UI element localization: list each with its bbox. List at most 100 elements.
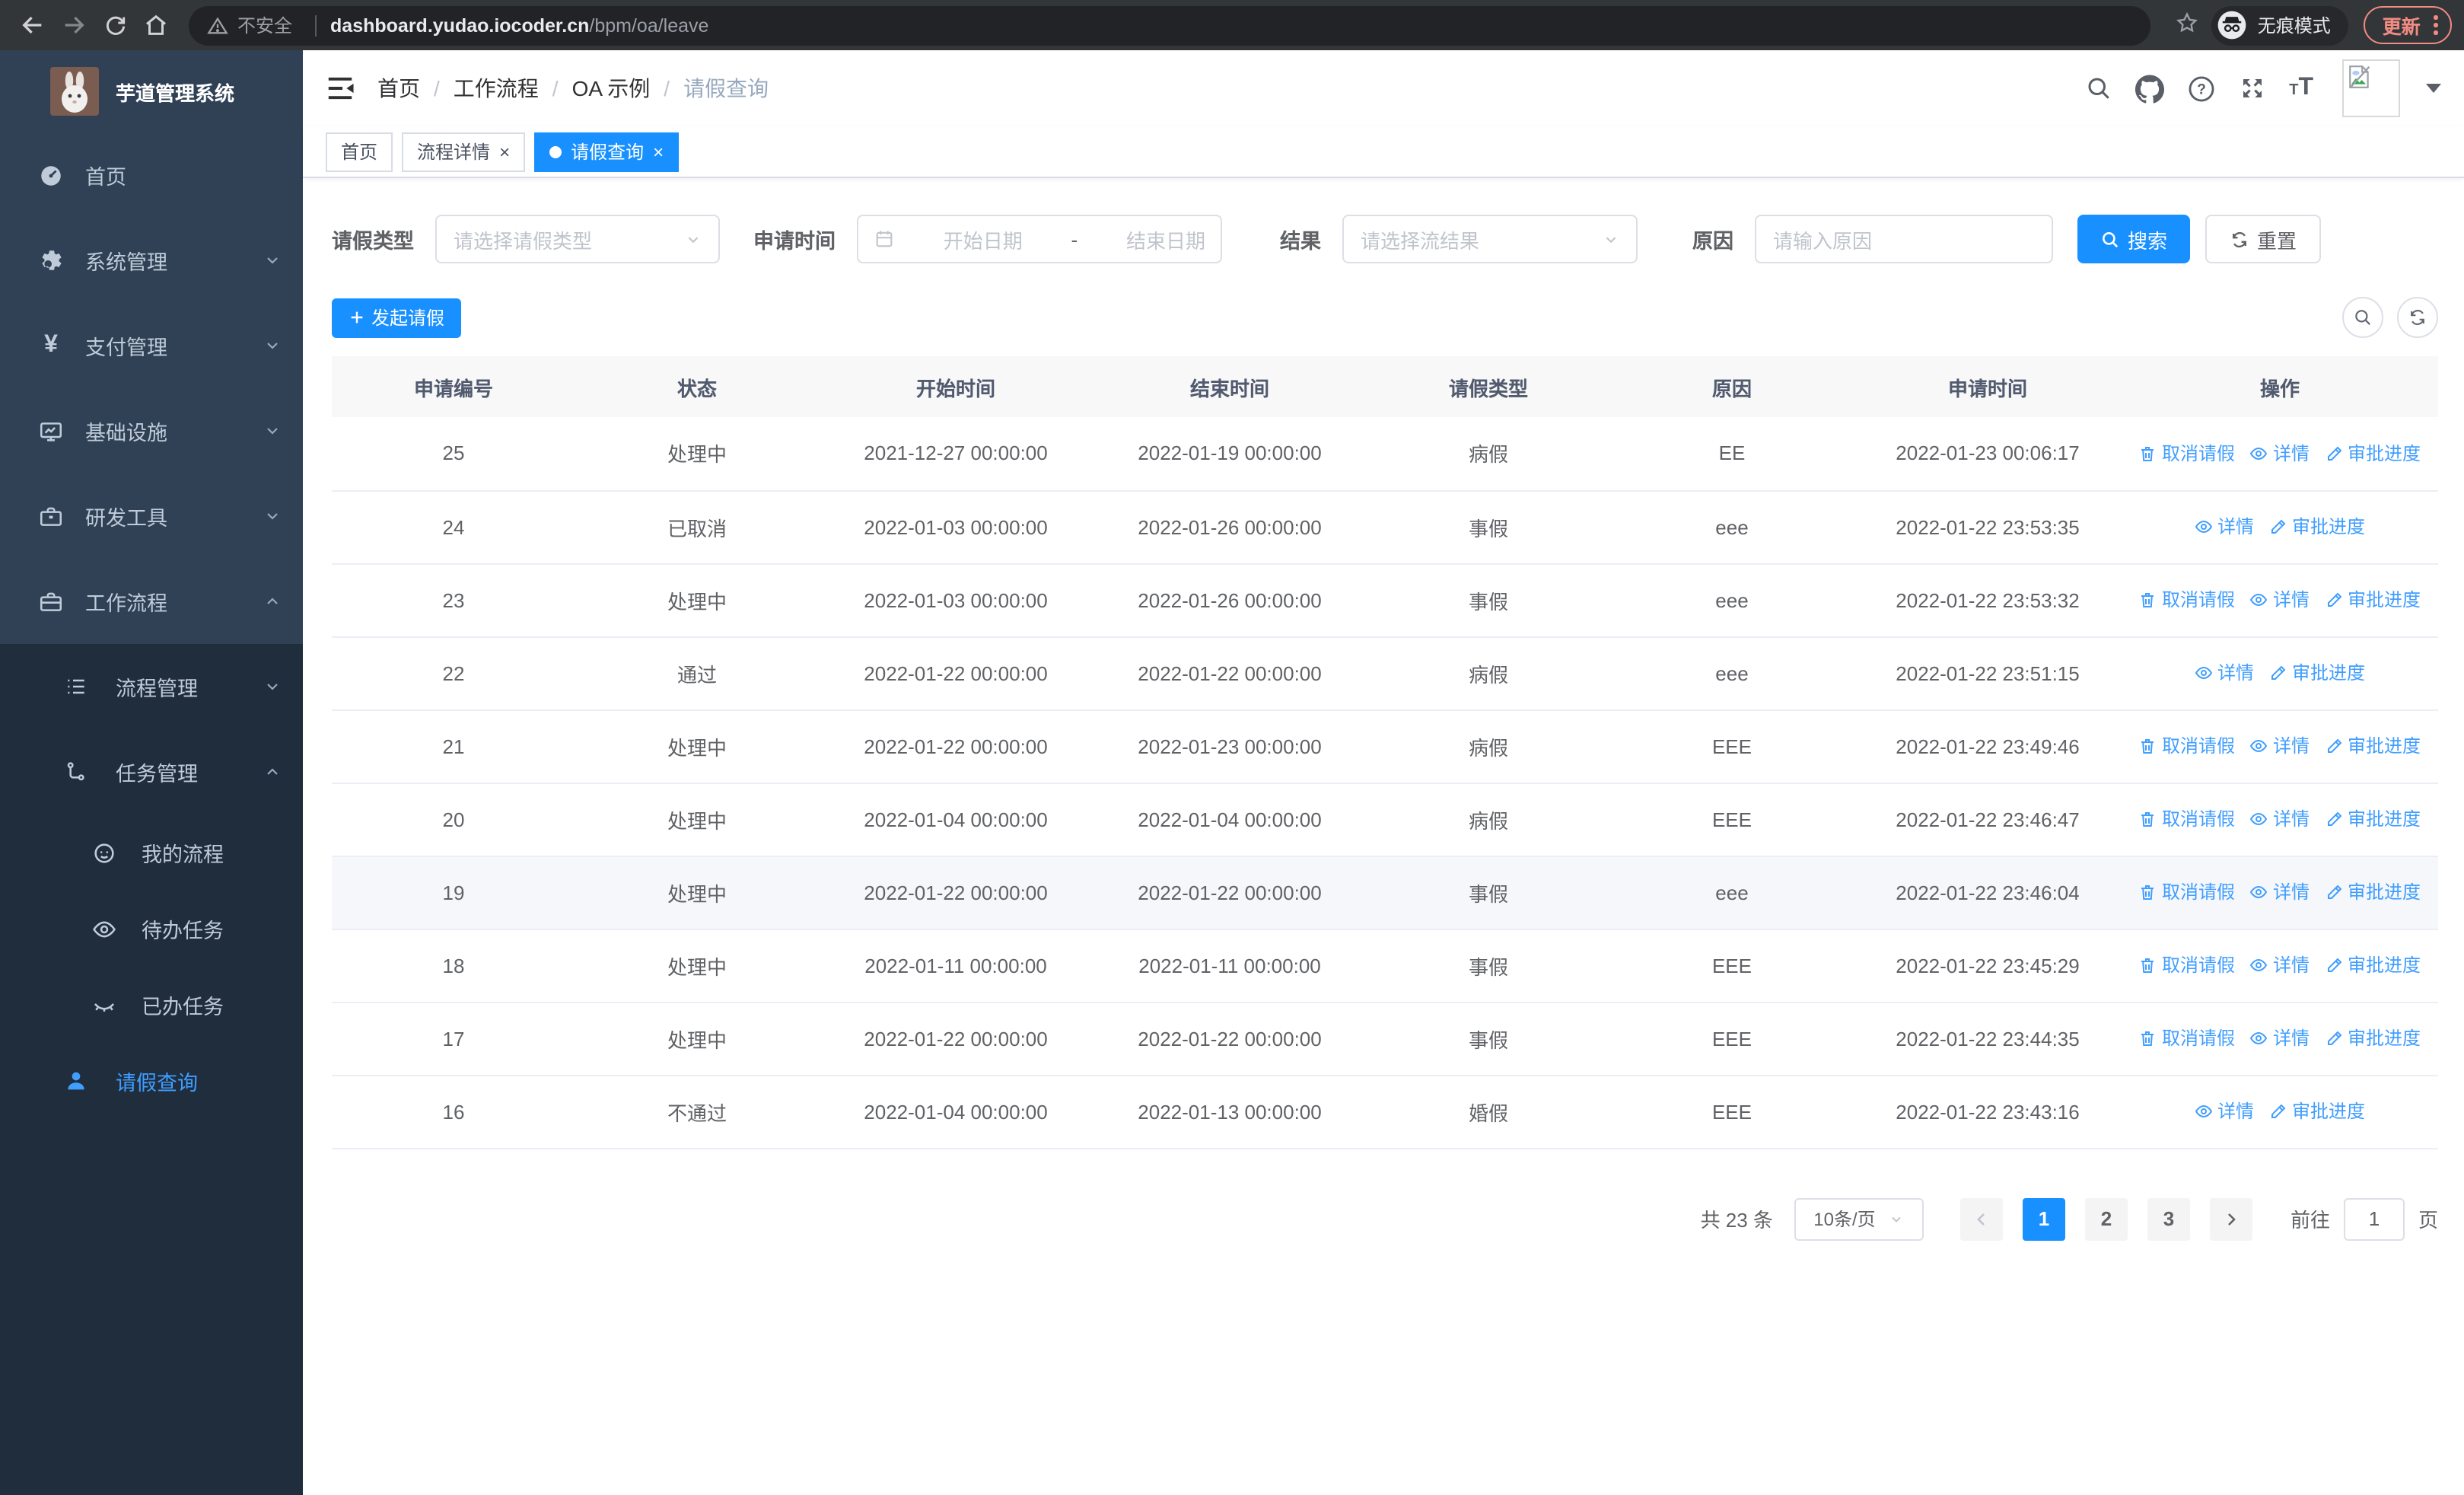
progress-action-link[interactable]: 审批进度 xyxy=(2325,733,2421,759)
bookmark-star-icon[interactable] xyxy=(2176,10,2200,40)
calendar-icon xyxy=(876,231,893,247)
security-label[interactable]: 不安全 xyxy=(237,12,292,38)
update-label[interactable]: 更新 xyxy=(2383,11,2421,40)
cell-type: 事假 xyxy=(1367,563,1610,637)
progress-action-link[interactable]: 审批进度 xyxy=(2325,952,2421,978)
detail-action-link[interactable]: 详情 xyxy=(2250,440,2310,466)
apply-time-range-picker[interactable]: 开始日期 - 结束日期 xyxy=(857,215,1222,263)
next-page-button[interactable] xyxy=(2209,1197,2252,1240)
sidebar-item-workflow[interactable]: 工作流程 xyxy=(0,559,303,644)
forward-icon[interactable] xyxy=(53,5,94,46)
tab-home[interactable]: 首页 xyxy=(326,132,393,171)
cell-start: 2022-01-22 00:00:00 xyxy=(819,636,1093,710)
sidebar-item-infra[interactable]: 基础设施 xyxy=(0,388,303,473)
show-search-toggle-button[interactable] xyxy=(2342,297,2383,338)
cell-applied: 2022-01-22 23:46:04 xyxy=(1854,856,2122,929)
app-logo[interactable]: 芋道管理系统 xyxy=(0,50,303,132)
progress-action-link[interactable]: 审批进度 xyxy=(2269,660,2365,686)
col-header-status: 状态 xyxy=(575,356,819,417)
search-icon[interactable] xyxy=(2085,75,2112,102)
page-button-3[interactable]: 3 xyxy=(2147,1197,2190,1240)
result-select[interactable]: 请选择流结果 xyxy=(1342,215,1638,263)
progress-action-link[interactable]: 审批进度 xyxy=(2325,1025,2421,1051)
detail-action-link[interactable]: 详情 xyxy=(2250,806,2310,832)
sidebar-item-process-mgmt[interactable]: 流程管理 xyxy=(0,644,303,729)
pen-icon xyxy=(2327,811,2341,826)
refresh-table-button[interactable] xyxy=(2397,297,2438,338)
detail-action-link[interactable]: 详情 xyxy=(2195,660,2254,686)
detail-action-link[interactable]: 详情 xyxy=(2250,587,2310,613)
leave-type-select[interactable]: 请选择请假类型 xyxy=(435,215,720,263)
help-icon[interactable]: ? xyxy=(2187,74,2216,103)
font-size-icon[interactable]: TT xyxy=(2289,75,2313,100)
refresh-icon xyxy=(2411,310,2424,325)
progress-action-link[interactable]: 审批进度 xyxy=(2269,1098,2365,1124)
sidebar-item-home[interactable]: 首页 xyxy=(0,132,303,218)
detail-action-link[interactable]: 详情 xyxy=(2250,879,2310,905)
tab-process-detail[interactable]: 流程详情 × xyxy=(402,132,526,171)
breadcrumb-item[interactable]: 工作流程 xyxy=(454,73,539,104)
breadcrumb-item[interactable]: OA 示例 xyxy=(572,73,651,104)
cell-type: 病假 xyxy=(1367,783,1610,856)
progress-action-link[interactable]: 审批进度 xyxy=(2325,879,2421,905)
prev-page-button[interactable] xyxy=(1959,1197,2003,1240)
browser-menu-icon[interactable] xyxy=(2431,12,2441,38)
sidebar-item-done-tasks[interactable]: 已办任务 xyxy=(0,967,303,1043)
detail-action-link[interactable]: 详情 xyxy=(2250,1025,2310,1051)
sidebar-item-leave-query[interactable]: 请假查询 xyxy=(0,1043,303,1119)
detail-action-link[interactable]: 详情 xyxy=(2250,733,2310,759)
close-icon[interactable]: × xyxy=(653,142,664,161)
sidebar-item-todo-tasks[interactable]: 待办任务 xyxy=(0,891,303,967)
url-host[interactable]: dashboard.yudao.iocoder.cn xyxy=(330,14,589,36)
table-row: 20 处理中 2022-01-04 00:00:00 2022-01-04 00:00… xyxy=(332,783,2438,856)
fullscreen-icon[interactable] xyxy=(2239,75,2266,102)
cancel-action-link[interactable]: 取消请假 xyxy=(2139,1025,2235,1051)
sidebar-item-task-mgmt[interactable]: 任务管理 xyxy=(0,729,303,814)
progress-action-link[interactable]: 审批进度 xyxy=(2325,440,2421,466)
page-button-1[interactable]: 1 xyxy=(2022,1197,2065,1240)
cell-id: 19 xyxy=(332,856,575,929)
avatar-dropdown-caret-icon[interactable] xyxy=(2426,84,2441,93)
breadcrumb-separator: / xyxy=(434,76,440,100)
reload-icon[interactable] xyxy=(94,5,135,46)
page-size-select[interactable]: 10条/页 xyxy=(1794,1197,1924,1240)
close-icon[interactable]: × xyxy=(499,142,510,161)
user-avatar[interactable] xyxy=(2342,59,2400,117)
detail-action-link[interactable]: 详情 xyxy=(2250,952,2310,978)
cancel-action-link[interactable]: 取消请假 xyxy=(2139,806,2235,832)
page-button-2[interactable]: 2 xyxy=(2084,1197,2128,1240)
progress-action-link[interactable]: 审批进度 xyxy=(2325,806,2421,832)
detail-action-link[interactable]: 详情 xyxy=(2195,514,2254,540)
progress-action-link[interactable]: 审批进度 xyxy=(2325,587,2421,613)
table-row: 17 处理中 2022-01-22 00:00:00 2022-01-22 00:00… xyxy=(332,1002,2438,1076)
sidebar-item-payment[interactable]: ¥ 支付管理 xyxy=(0,303,303,388)
create-leave-button[interactable]: 发起请假 xyxy=(332,298,462,337)
home-icon[interactable] xyxy=(135,5,177,46)
sidebar-item-system[interactable]: 系统管理 xyxy=(0,218,303,303)
cell-type: 病假 xyxy=(1367,636,1610,710)
search-button[interactable]: 搜索 xyxy=(2077,215,2191,263)
sidebar-item-devtools[interactable]: 研发工具 xyxy=(0,473,303,559)
sidebar-collapse-icon[interactable] xyxy=(326,76,355,100)
sidebar-item-my-process[interactable]: 我的流程 xyxy=(0,814,303,891)
sidebar-item-label: 支付管理 xyxy=(85,336,167,359)
back-icon[interactable] xyxy=(12,5,53,46)
cancel-action-link[interactable]: 取消请假 xyxy=(2139,952,2235,978)
tab-leave-query[interactable]: 请假查询 × xyxy=(534,132,680,171)
cancel-action-link[interactable]: 取消请假 xyxy=(2139,879,2235,905)
cancel-action-link[interactable]: 取消请假 xyxy=(2139,440,2235,466)
breadcrumb-item[interactable]: 首页 xyxy=(377,73,420,104)
address-bar[interactable]: 不安全 dashboard.yudao.iocoder.cn/bpm/oa/le… xyxy=(189,5,2151,45)
url-path[interactable]: /bpm/oa/leave xyxy=(589,14,708,36)
github-icon[interactable] xyxy=(2135,74,2165,103)
reset-button[interactable]: 重置 xyxy=(2205,215,2322,263)
reason-input[interactable]: 请输入原因 xyxy=(1755,215,2053,263)
progress-action-link[interactable]: 审批进度 xyxy=(2269,514,2365,540)
browser-update-button[interactable]: 更新 xyxy=(2364,6,2452,44)
cancel-action-link[interactable]: 取消请假 xyxy=(2139,733,2235,759)
cell-status: 不通过 xyxy=(575,1075,819,1149)
detail-action-link[interactable]: 详情 xyxy=(2195,1098,2254,1124)
goto-page-input[interactable]: 1 xyxy=(2343,1197,2405,1240)
cancel-action-link[interactable]: 取消请假 xyxy=(2139,587,2235,613)
url-divider xyxy=(315,14,317,36)
